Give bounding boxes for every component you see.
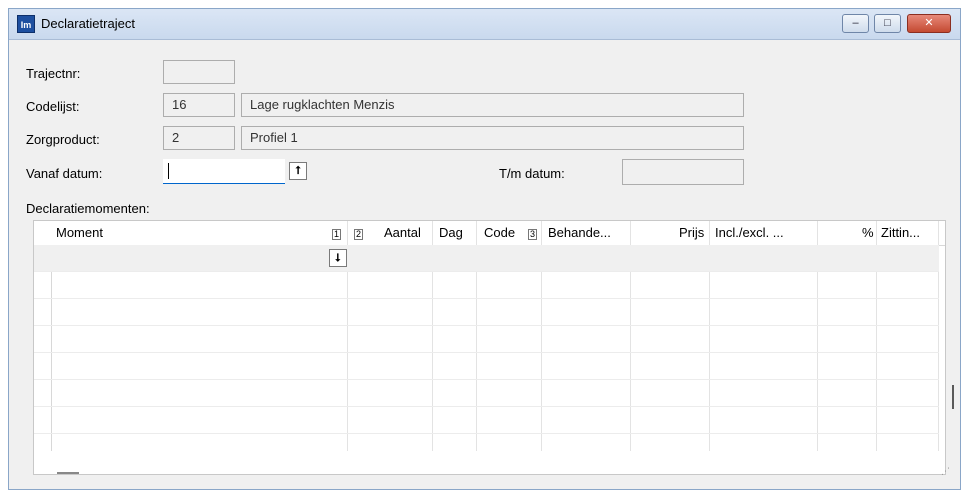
- zorgproduct-code-field: 2: [163, 126, 235, 150]
- header-behandeling[interactable]: Behande...: [548, 221, 611, 245]
- grid-header: Moment 1 2 Aantal Dag Code 3 Behande... …: [34, 221, 945, 246]
- table-row[interactable]: [34, 299, 939, 326]
- codelijst-code-field: 16: [163, 93, 235, 117]
- declaratiemomenten-label: Declaratiemomenten:: [26, 201, 150, 216]
- codelijst-description-field: Lage rugklachten Menzis: [241, 93, 744, 117]
- declaratiemomenten-grid[interactable]: Moment 1 2 Aantal Dag Code 3 Behande... …: [33, 220, 946, 475]
- zorgproduct-description-field: Profiel 1: [241, 126, 744, 150]
- header-moment[interactable]: Moment: [56, 221, 103, 245]
- codelijst-label: Codelijst:: [26, 99, 80, 114]
- title-bar: Im Declaratietraject – □ ✕: [9, 9, 960, 40]
- zorgproduct-label: Zorgproduct:: [26, 132, 100, 147]
- tm-datum-field: [622, 159, 744, 185]
- table-row[interactable]: [34, 272, 939, 299]
- table-row[interactable]: ⭣: [34, 245, 939, 272]
- date-picker-button[interactable]: ⭡: [289, 162, 307, 180]
- maximize-button[interactable]: □: [874, 14, 901, 33]
- header-incl-excl[interactable]: Incl./excl. ...: [715, 221, 784, 245]
- resize-grip-icon[interactable]: ⋰: [941, 466, 950, 477]
- close-button[interactable]: ✕: [907, 14, 951, 33]
- vertical-scrollbar[interactable]: [952, 385, 954, 409]
- app-icon: Im: [17, 15, 35, 33]
- minimize-button[interactable]: –: [842, 14, 869, 33]
- text-caret: [168, 163, 169, 179]
- trajectnr-label: Trajectnr:: [26, 66, 81, 81]
- table-row[interactable]: [34, 326, 939, 353]
- window-title: Declaratietraject: [41, 16, 135, 31]
- sort-3-icon: 3: [528, 229, 538, 240]
- table-row[interactable]: [34, 353, 939, 380]
- trajectnr-field: [163, 60, 235, 84]
- table-row[interactable]: [34, 407, 939, 434]
- vanaf-datum-label: Vanaf datum:: [26, 166, 103, 181]
- moment-dropdown-button[interactable]: ⭣: [329, 249, 347, 267]
- window: Im Declaratietraject – □ ✕ Trajectnr: Co…: [8, 8, 961, 490]
- tm-datum-label: T/m datum:: [499, 166, 565, 181]
- header-aantal[interactable]: Aantal: [384, 221, 421, 245]
- header-code[interactable]: Code: [484, 221, 515, 245]
- vanaf-datum-input[interactable]: [163, 159, 285, 184]
- header-prijs[interactable]: Prijs: [679, 221, 704, 245]
- header-zittingen[interactable]: Zittin...: [881, 221, 920, 245]
- header-percentage[interactable]: %: [862, 221, 874, 245]
- sort-2-icon: 2: [354, 229, 364, 240]
- sort-1-icon: 1: [332, 229, 342, 240]
- header-dag[interactable]: Dag: [439, 221, 463, 245]
- horizontal-scrollbar[interactable]: [57, 472, 79, 474]
- table-row[interactable]: [34, 380, 939, 407]
